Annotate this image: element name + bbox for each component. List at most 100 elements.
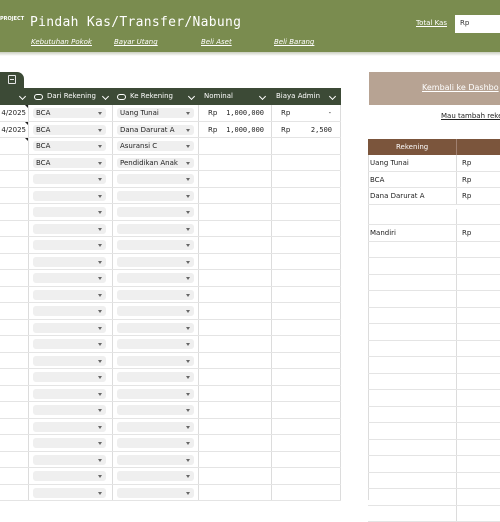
column-divider [456,242,457,258]
dropdown-arrow-icon [186,211,190,214]
dropdown-arrow-icon [98,442,102,445]
ke-rekening-dropdown[interactable]: Uang Tunai [117,108,194,118]
dari-rekening-dropdown[interactable] [33,471,106,481]
dari-rekening-dropdown[interactable] [33,389,106,399]
dari-rekening-dropdown[interactable]: BCA [33,158,106,168]
column-divider [456,341,457,357]
total-kas-value-box: Rp [455,15,500,33]
dari-rekening-dropdown[interactable]: BCA [33,125,106,135]
account-name: BCA [370,176,384,184]
dari-rekening-dropdown[interactable] [33,224,106,234]
dropdown-arrow-icon [186,261,190,264]
ke-rekening-dropdown[interactable] [117,240,194,250]
nominal-value[interactable]: 1,000,000 [222,105,264,121]
ke-rekening-dropdown[interactable]: Pendidikan Anak [117,158,194,168]
dari-rekening-dropdown[interactable] [33,290,106,300]
ke-rekening-dropdown[interactable] [117,224,194,234]
rekening-row [368,407,500,424]
column-header-biaya[interactable]: Biaya Admin [272,88,341,105]
dari-rekening-dropdown[interactable] [33,356,106,366]
nav-link-bayar-utang[interactable]: Bayar Utang [114,38,158,46]
ke-rekening-dropdown[interactable] [117,356,194,366]
dropdown-arrow-icon [186,376,190,379]
dropdown-value: Dana Darurat A [120,125,175,135]
dropdown-arrow-icon [186,145,190,148]
table-row: BCA Asuransi C [0,138,341,155]
dropdown-arrow-icon [186,343,190,346]
dari-rekening-dropdown[interactable] [33,372,106,382]
sheet-tab[interactable] [0,72,24,88]
column-header-dari[interactable]: Dari Rekening [30,88,112,105]
table-row [0,171,341,188]
table-row [0,237,341,254]
ke-rekening-dropdown[interactable] [117,306,194,316]
ke-rekening-dropdown[interactable] [117,372,194,382]
dari-rekening-dropdown[interactable]: BCA [33,141,106,151]
dari-rekening-dropdown[interactable] [33,174,106,184]
dropdown-chip-icon [34,94,43,100]
ke-rekening-dropdown[interactable] [117,438,194,448]
rekening-row: Mandiri Rp [368,225,500,242]
dari-rekening-dropdown[interactable] [33,207,106,217]
dari-rekening-dropdown[interactable] [33,438,106,448]
ke-rekening-dropdown[interactable] [117,207,194,217]
dropdown-chip-icon [117,94,126,100]
table-row [0,353,341,370]
dropdown-arrow-icon [98,261,102,264]
nav-link-beli-barang[interactable]: Beli Barang [274,38,314,46]
dari-rekening-dropdown[interactable] [33,422,106,432]
ke-rekening-dropdown[interactable] [117,323,194,333]
ke-rekening-dropdown[interactable] [117,174,194,184]
biaya-currency: Rp [281,122,290,138]
dari-rekening-dropdown[interactable] [33,323,106,333]
ke-rekening-dropdown[interactable] [117,455,194,465]
ke-rekening-dropdown[interactable] [117,422,194,432]
column-header-date[interactable] [0,88,28,105]
dari-rekening-dropdown[interactable] [33,257,106,267]
date-cell[interactable]: 4/2025 [0,122,26,138]
biaya-value[interactable]: - [300,105,332,121]
dari-rekening-dropdown[interactable] [33,405,106,415]
ke-rekening-dropdown[interactable] [117,273,194,283]
transfer-table: 4/2025 BCA Uang Tunai Rp 1,000,000 Rp - … [0,105,341,500]
ke-rekening-dropdown[interactable] [117,389,194,399]
nav-link-kebutuhan-pokok[interactable]: Kebutuhan Pokok [31,38,92,46]
dari-rekening-dropdown[interactable]: BCA [33,108,106,118]
rekening-row [368,390,500,407]
add-account-link[interactable]: Mau tambah reken [441,112,500,120]
ke-rekening-dropdown[interactable]: Asuransi C [117,141,194,151]
column-header-ke[interactable]: Ke Rekening [113,88,199,105]
dropdown-value: BCA [36,125,50,135]
column-label-nominal: Nominal [204,88,233,105]
dropdown-arrow-icon [186,459,190,462]
total-kas-label[interactable]: Total Kas [416,19,447,27]
ke-rekening-dropdown[interactable] [117,257,194,267]
date-cell[interactable]: 4/2025 [0,105,26,121]
rekening-row [368,506,500,522]
nav-link-beli-aset[interactable]: Beli Aset [201,38,232,46]
ke-rekening-dropdown[interactable] [117,339,194,349]
dari-rekening-dropdown[interactable] [33,306,106,316]
ke-rekening-dropdown[interactable]: Dana Darurat A [117,125,194,135]
ke-rekening-dropdown[interactable] [117,191,194,201]
dari-rekening-dropdown[interactable] [33,488,106,498]
dari-rekening-dropdown[interactable] [33,273,106,283]
back-to-dashboard-button[interactable]: Kembali ke Dashbo [369,72,500,105]
ke-rekening-dropdown[interactable] [117,405,194,415]
ke-rekening-dropdown[interactable] [117,290,194,300]
nominal-value[interactable]: 1,000,000 [222,122,264,138]
dari-rekening-dropdown[interactable] [33,191,106,201]
dari-rekening-dropdown[interactable] [33,240,106,250]
dropdown-arrow-icon [98,475,102,478]
ke-rekening-dropdown[interactable] [117,488,194,498]
column-divider [456,225,457,241]
ke-rekening-dropdown[interactable] [117,471,194,481]
column-label-dari: Dari Rekening [47,88,96,105]
column-header-nominal[interactable]: Nominal [200,88,271,105]
dari-rekening-dropdown[interactable] [33,339,106,349]
table-row [0,336,341,353]
dari-rekening-dropdown[interactable] [33,455,106,465]
dropdown-arrow-icon [98,393,102,396]
biaya-value[interactable]: 2,500 [300,122,332,138]
table-row [0,254,341,271]
